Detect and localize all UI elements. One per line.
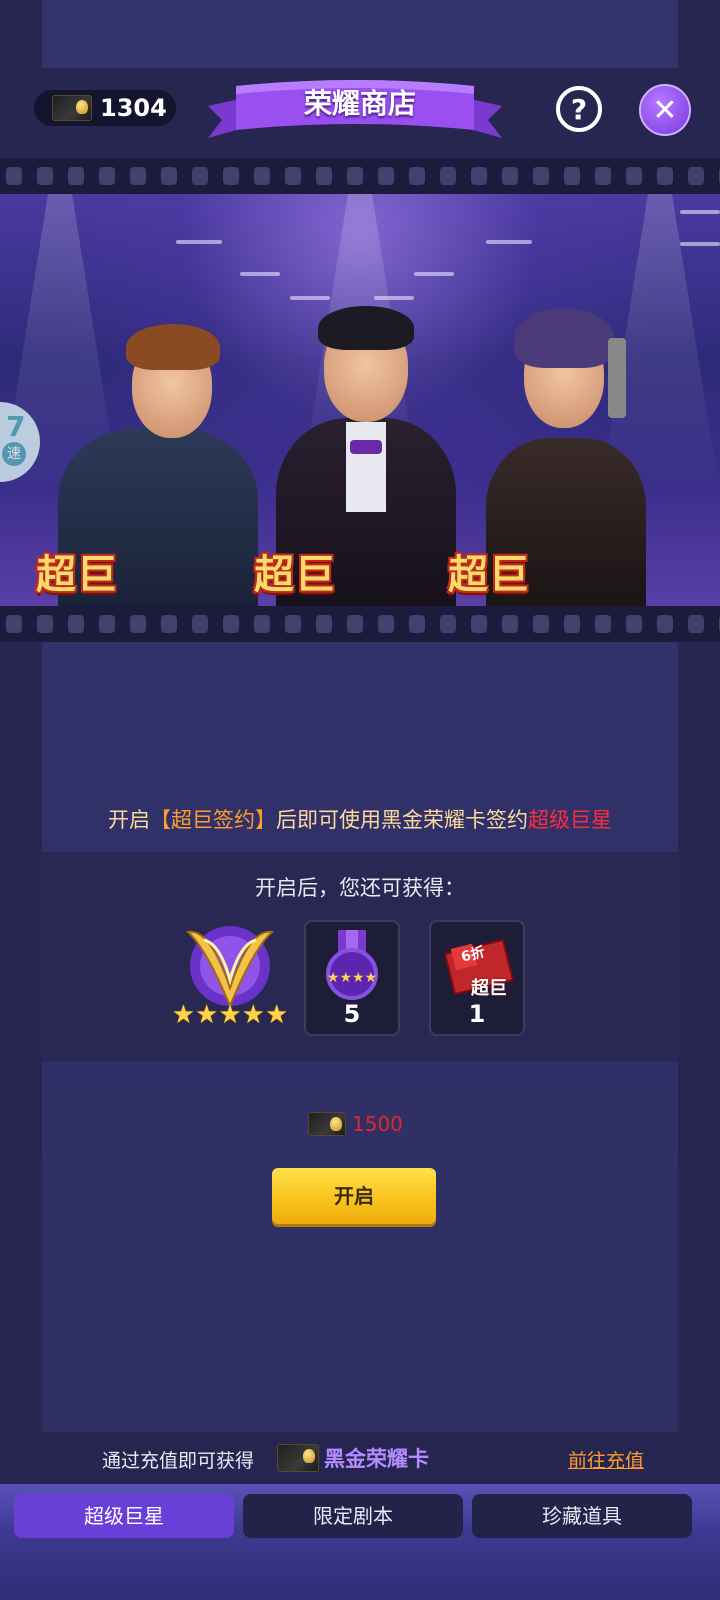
price-display: 1500 [308, 1110, 403, 1138]
black-gold-card-icon [308, 1112, 346, 1136]
unlock-notice: 开启【超巨签约】后即可使用黑金荣耀卡签约超级巨星 [108, 808, 612, 832]
go-recharge-link[interactable]: 前往充值 [568, 1446, 644, 1473]
film-strip-bottom [0, 606, 720, 642]
close-button[interactable]: ✕ [639, 84, 691, 136]
speed-badge-number: 7 [6, 410, 26, 443]
notice-superstar: 超级巨星 [528, 808, 612, 832]
help-button[interactable]: ? [556, 86, 602, 132]
reward-count: 1 [468, 1000, 486, 1028]
five-star-rating-icon: ★★★★★ [171, 1000, 289, 1030]
reward-count: 5 [343, 1000, 361, 1028]
reward-slot-ticket[interactable]: 6折 超巨 1 [429, 920, 525, 1036]
notice-highlight: 【超巨签约】 [150, 808, 276, 832]
superstar-tag-3: 超巨 [448, 552, 530, 598]
reward-slot-medal[interactable]: ★★★★ 5 [304, 920, 400, 1036]
promo-text: 通过充值即可获得 [102, 1450, 255, 1472]
promo-card-name: 黑金荣耀卡 [324, 1447, 429, 1471]
star-medal-icon: ★★★★ [326, 930, 378, 1000]
promo-card-wrap [277, 1444, 319, 1472]
page-title: 荣耀商店 [303, 87, 416, 120]
rewards-title: 开启后，您还可获得： [255, 876, 465, 900]
tab-collection-items[interactable]: 珍藏道具 [472, 1494, 692, 1538]
tab-superstar[interactable]: 超级巨星 [14, 1494, 234, 1538]
black-gold-card-icon [277, 1444, 319, 1472]
speed-badge-label: 速 [2, 442, 26, 466]
film-strip-top [0, 158, 720, 194]
open-button[interactable]: 开启 [272, 1168, 436, 1224]
tab-limited-script[interactable]: 限定剧本 [243, 1494, 463, 1538]
superstar-tag-1: 超巨 [36, 552, 118, 598]
ticket-superstar-label: 超巨 [471, 978, 507, 999]
svg-text:★★★★: ★★★★ [327, 970, 377, 986]
price-value: 1500 [352, 1112, 403, 1136]
superstar-banner: 超巨 超巨 超巨 [0, 194, 720, 608]
superstar-tag-2: 超巨 [254, 552, 336, 598]
